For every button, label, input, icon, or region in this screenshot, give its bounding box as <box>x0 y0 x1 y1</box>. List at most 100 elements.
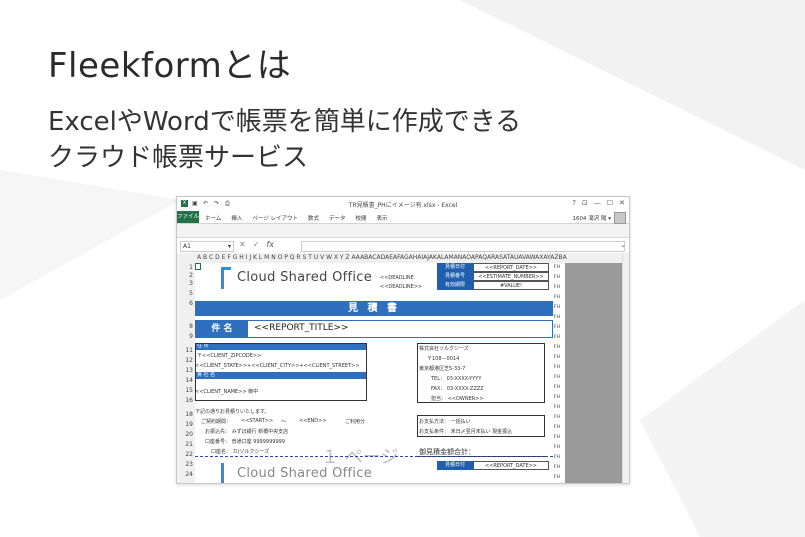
payment-terms: お支払条件： 末日〆翌月末払い 現金振込 <box>419 429 513 435</box>
cancel-icon[interactable]: ✕ <box>239 240 246 249</box>
issuer-fax: FAX： 03-XXXX-ZZZZ <box>431 386 484 392</box>
fh-mark: FH <box>554 465 560 470</box>
row-header[interactable]: 8 <box>177 323 193 330</box>
tab-insert[interactable]: 挿入 <box>231 214 242 222</box>
row-header[interactable]: 6 <box>177 300 193 307</box>
tab-page-layout[interactable]: ページ レイアウト <box>252 214 298 222</box>
fh-mark: FH <box>554 345 560 350</box>
name-box-value: A1 <box>183 243 191 250</box>
fh-mark: FH <box>554 435 560 440</box>
selected-cell[interactable] <box>195 263 201 270</box>
value-number: <<ESTIMATE_NUMBER>> <box>473 272 549 281</box>
logo-text: Cloud Shared Office <box>237 270 373 285</box>
row-headers: 1 2 3 5 6 8 9 11 12 13 14 15 16 18 19 20… <box>177 263 196 483</box>
row-header[interactable]: 12 <box>177 357 193 364</box>
function-icon[interactable]: fx <box>266 240 274 249</box>
subtitle-line-1: ExcelやWordで帳票を簡単に作成できる <box>48 107 522 137</box>
row-header[interactable]: 11 <box>177 347 193 354</box>
fh-mark: FH <box>554 295 560 300</box>
spreadsheet-grid[interactable]: A B C D E F G H I J K L M N O P Q R S T … <box>177 253 629 483</box>
page-title: Fleekformとは <box>48 46 292 86</box>
issuer-zip: 〒108－0014 <box>427 356 460 362</box>
out-of-print-area <box>565 263 623 483</box>
row-header[interactable]: 23 <box>177 461 193 468</box>
tab-view[interactable]: 表示 <box>377 214 388 222</box>
fh-mark: FH <box>554 335 560 340</box>
contract-label: ご契約期間： <box>201 419 232 425</box>
payment-method: お支払方法： 一括払い <box>419 419 471 425</box>
name-box[interactable]: A1 ▾ <box>180 241 234 252</box>
row-header[interactable]: 5 <box>177 290 193 297</box>
ribbon-display-icon[interactable]: ⊡ <box>582 199 588 207</box>
account-name: 口座名： カ)ソルクシーズ <box>211 449 270 455</box>
issuer-tel: TEL： 03-XXXX-YYYY <box>431 376 482 382</box>
formula-buttons: ✕ ✓ fx <box>239 240 274 249</box>
tab-review[interactable]: 校閲 <box>356 214 367 222</box>
estimate-info-table: 見積日付 <<REPORT_DATE>> 見積番号 <<ESTIMATE_NUMBE… <box>437 263 549 290</box>
row-header[interactable]: 24 <box>177 471 193 478</box>
fh-mark: FH <box>554 455 560 460</box>
fh-mark: FH <box>554 475 560 480</box>
row-header[interactable]: 3 <box>177 280 193 287</box>
window-title: TR見積書_PHにイメージ有.xlsx - Excel <box>348 202 458 209</box>
row-header[interactable]: 22 <box>177 451 193 458</box>
row-header[interactable]: 13 <box>177 367 193 374</box>
subject-value: <<REPORT_TITLE>> <box>254 323 349 333</box>
ribbon-collapsed-area <box>177 224 629 238</box>
fh-mark: FH <box>554 285 560 290</box>
document-title: 見 積 書 <box>195 301 553 316</box>
note-text: 下記の通りお見積りいたします。 <box>195 409 270 415</box>
row-header[interactable]: 16 <box>177 397 193 404</box>
fh-mark: FH <box>554 365 560 370</box>
enter-icon[interactable]: ✓ <box>253 240 260 249</box>
row-header[interactable]: 14 <box>177 377 193 384</box>
avatar[interactable] <box>614 212 626 224</box>
fh-mark: FH <box>554 375 560 380</box>
label-valid: 有効期限 <box>437 281 473 290</box>
column-header-labels: A B C D E F G H I J K L M N O P Q R S T … <box>197 254 567 261</box>
row-header[interactable]: 18 <box>177 411 193 418</box>
fh-mark: FH <box>554 425 560 430</box>
row-header[interactable]: 9 <box>177 333 193 340</box>
contract-tilde: ～ <box>281 419 287 425</box>
value-date: <<REPORT_DATE>> <box>473 263 549 272</box>
deadline-1: <<DEADLINE <box>380 275 414 281</box>
logo-mark <box>221 267 231 270</box>
label-number: 見積番号 <box>437 272 473 281</box>
row-header[interactable]: 15 <box>177 387 193 394</box>
row-header[interactable]: 20 <box>177 431 193 438</box>
deadline-2: <<DEADLINE>> <box>380 284 423 290</box>
excel-window: X ▣ ↶ ↷ ⎙ TR見積書_PHにイメージ有.xlsx - Excel ? … <box>176 196 630 484</box>
vertical-scrollbar[interactable] <box>622 253 629 483</box>
expand-formula-icon[interactable]: ⌄ <box>620 241 626 249</box>
issuer-owner: 担当： <<OWNER>> <box>431 396 484 402</box>
contract-end: <<END>> <box>299 418 327 424</box>
fh-mark: FH <box>554 305 560 310</box>
chevron-down-icon[interactable]: ▾ <box>228 242 231 251</box>
row-header[interactable]: 2 <box>177 272 193 279</box>
minimize-button[interactable]: — <box>594 199 601 207</box>
fh-mark: FH <box>554 325 560 330</box>
formula-input[interactable] <box>301 241 625 252</box>
tab-data[interactable]: データ <box>329 214 346 222</box>
help-icon[interactable]: ? <box>572 199 576 207</box>
excel-titlebar: X ▣ ↶ ↷ ⎙ TR見積書_PHにイメージ有.xlsx - Excel ? … <box>177 197 629 211</box>
page-break-line <box>195 456 553 457</box>
fh-mark: FH <box>554 415 560 420</box>
window-controls: ? ⊡ — ☐ ✕ <box>572 199 625 207</box>
estimate-info-table-2: 見積日付 <<REPORT_DATE>> <box>437 461 549 470</box>
row-header[interactable]: 19 <box>177 421 193 428</box>
tab-file[interactable]: ファイル <box>177 211 199 223</box>
user-name[interactable]: 1604 滝沢 陽 ▾ <box>572 214 611 222</box>
maximize-button[interactable]: ☐ <box>607 199 613 207</box>
tab-home[interactable]: ホーム <box>205 214 221 222</box>
close-button[interactable]: ✕ <box>619 199 625 207</box>
label-date-2: 見積日付 <box>437 461 473 470</box>
tab-formulas[interactable]: 数式 <box>308 214 319 222</box>
row-header[interactable]: 1 <box>177 264 193 271</box>
cells-area[interactable]: Cloud Shared Office <<DEADLINE <<DEADLIN… <box>195 263 623 483</box>
value-date-2: <<REPORT_DATE>> <box>473 461 549 470</box>
ribbon-tabs: ファイル ホーム 挿入 ページ レイアウト 数式 データ 校閲 表示 1604 … <box>177 211 629 224</box>
row-header[interactable]: 21 <box>177 441 193 448</box>
account-number: 口座番号： 普通口座 9999999999 <box>205 439 285 445</box>
